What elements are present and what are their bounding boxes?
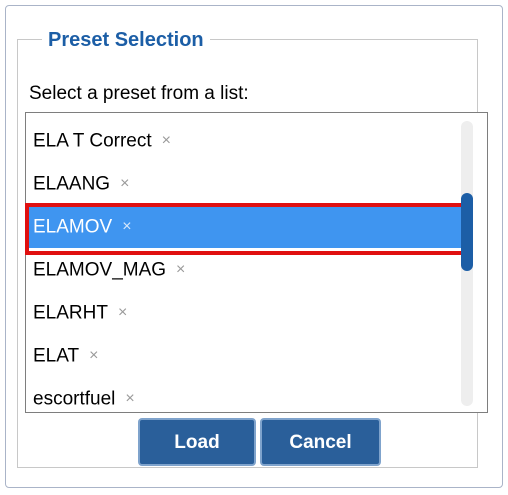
list-item-selected[interactable]: ELAMOV × bbox=[26, 205, 463, 248]
list-item[interactable]: ELAANG × bbox=[26, 162, 463, 205]
preset-label: ELARHT bbox=[33, 302, 108, 324]
close-icon[interactable]: × bbox=[120, 162, 129, 205]
close-icon[interactable]: × bbox=[89, 334, 98, 377]
close-icon[interactable]: × bbox=[122, 205, 131, 248]
load-button[interactable]: Load bbox=[138, 418, 256, 466]
list-item[interactable]: ELA T Correct × bbox=[26, 119, 463, 162]
group-title: Preset Selection bbox=[42, 27, 210, 53]
list-item[interactable]: ELARHT × bbox=[26, 291, 463, 334]
list-item[interactable]: ELAT × bbox=[26, 334, 463, 377]
close-icon[interactable]: × bbox=[176, 248, 185, 291]
preset-label: ELAANG bbox=[33, 173, 111, 195]
preset-label: ELAMOV bbox=[33, 216, 113, 238]
list-item[interactable]: escortfuel × bbox=[26, 377, 463, 412]
scrollbar-thumb[interactable] bbox=[461, 193, 473, 271]
preset-label: ELAT bbox=[33, 345, 80, 367]
close-icon[interactable]: × bbox=[118, 291, 127, 334]
select-preset-prompt: Select a preset from a list: bbox=[29, 83, 249, 104]
preset-label: ELA T Correct bbox=[33, 130, 152, 152]
cancel-button[interactable]: Cancel bbox=[260, 418, 381, 466]
listbox-scrollbar[interactable] bbox=[461, 121, 473, 406]
preset-label: escortfuel bbox=[33, 388, 116, 410]
close-icon[interactable]: × bbox=[162, 119, 171, 162]
list-item[interactable]: ELAMOV_MAG × bbox=[26, 248, 463, 291]
close-icon[interactable]: × bbox=[125, 377, 134, 412]
preset-label: ELAMOV_MAG bbox=[33, 259, 167, 281]
preset-listbox[interactable]: ELA T Correct × ELAANG × ELAMOV × ELAMOV_MA… bbox=[25, 112, 488, 413]
